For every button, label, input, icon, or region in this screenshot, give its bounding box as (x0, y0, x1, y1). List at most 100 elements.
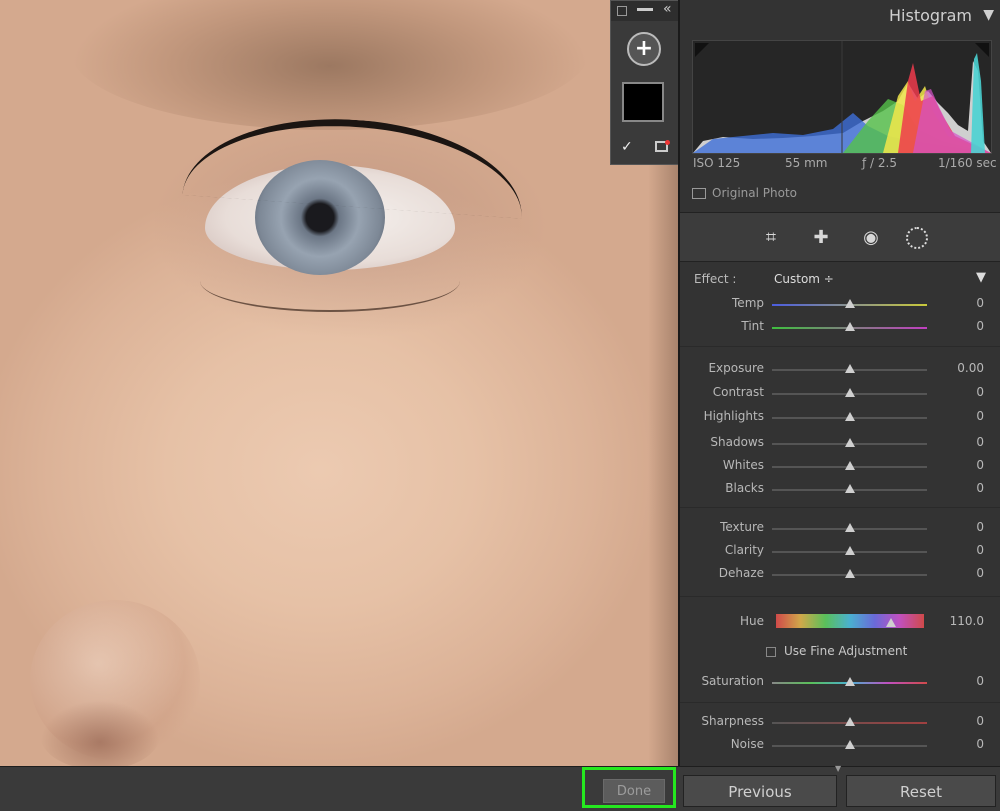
previous-button[interactable]: Previous (683, 775, 837, 807)
slider-thumb[interactable] (845, 322, 855, 331)
slider-label: Noise (730, 737, 764, 751)
hue-slider[interactable]: Hue 110.0 (680, 614, 1000, 632)
histogram-title: Histogram (889, 6, 972, 25)
noise-slider[interactable]: Noise 0 (680, 737, 1000, 755)
minimize-icon[interactable] (637, 8, 653, 11)
divider (680, 507, 1000, 508)
highlights-slider[interactable]: Highlights 0 (680, 409, 1000, 427)
slider-thumb[interactable] (845, 461, 855, 470)
fine-adjustment-label[interactable]: Use Fine Adjustment (784, 644, 907, 658)
slider-label: Hue (739, 614, 764, 628)
slider-label: Tint (741, 319, 764, 333)
done-button[interactable]: Done (603, 779, 665, 803)
square-icon[interactable] (617, 6, 627, 16)
original-photo-checkbox[interactable] (692, 188, 706, 199)
slider-value[interactable]: 0 (976, 435, 984, 449)
aperture-readout: ƒ / 2.5 (862, 156, 897, 170)
slider-value[interactable]: 0 (976, 566, 984, 580)
divider (680, 346, 1000, 347)
saturation-slider[interactable]: Saturation 0 (680, 674, 1000, 692)
slider-label: Contrast (712, 385, 764, 399)
slider-value[interactable]: 0 (976, 714, 984, 728)
collapse-triangle-icon[interactable]: ▼ (983, 7, 994, 23)
tool-strip-header[interactable]: « (611, 1, 679, 21)
slider-label: Shadows (710, 435, 764, 449)
lower-lashes (200, 250, 460, 312)
mask-icon[interactable] (906, 227, 928, 249)
slider-label: Whites (722, 458, 764, 472)
exposure-slider[interactable]: Exposure 0.00 (680, 361, 1000, 379)
slider-value[interactable]: 0 (976, 409, 984, 423)
histogram-header[interactable]: Histogram ▼ (680, 0, 1000, 32)
slider-value[interactable]: 0 (976, 385, 984, 399)
shutter-readout: 1/160 sec (938, 156, 997, 170)
healing-icon[interactable]: ✚ (810, 227, 832, 249)
slider-thumb[interactable] (845, 677, 855, 686)
slider-label: Temp (732, 296, 764, 310)
effect-collapse-icon[interactable]: ▼ (976, 270, 986, 285)
slider-thumb[interactable] (845, 740, 855, 749)
slider-value[interactable]: 0 (976, 737, 984, 751)
divider (680, 596, 1000, 597)
iso-readout: ISO 125 (693, 156, 741, 170)
slider-thumb[interactable] (845, 546, 855, 555)
red-eye-icon[interactable]: ◉ (860, 227, 882, 249)
mask-thumbnail[interactable] (622, 82, 664, 122)
divider (680, 702, 1000, 703)
scroll-down-icon[interactable]: ▼ (835, 764, 841, 773)
slider-thumb[interactable] (845, 388, 855, 397)
tools-bar: ⌗ ✚ ◉ (680, 212, 1000, 262)
slider-label: Saturation (701, 674, 764, 688)
shadows-slider[interactable]: Shadows 0 (680, 435, 1000, 453)
slider-value[interactable]: 0 (976, 543, 984, 557)
photo-canvas[interactable] (0, 0, 678, 766)
sharpness-slider[interactable]: Sharpness 0 (680, 714, 1000, 732)
histogram-svg (693, 41, 991, 153)
show-overlay-checkbox[interactable]: ✓ (621, 139, 633, 155)
slider-thumb[interactable] (845, 569, 855, 578)
right-panel: Histogram ▼ ISO 125 55 mm ƒ / 2.5 1/160 … (678, 0, 1000, 766)
slider-thumb[interactable] (845, 412, 855, 421)
slider-value[interactable]: 0 (976, 319, 984, 333)
slider-value[interactable]: 0 (976, 481, 984, 495)
slider-value[interactable]: 0 (976, 296, 984, 310)
effect-dropdown[interactable]: Custom ÷ (774, 272, 834, 286)
crop-icon[interactable]: ⌗ (760, 227, 782, 249)
effect-label: Effect : (694, 272, 737, 286)
slider-label: Exposure (708, 361, 764, 375)
slider-label: Dehaze (718, 566, 764, 580)
mask-tool-strip: « + ✓ (610, 0, 680, 165)
texture-slider[interactable]: Texture 0 (680, 520, 1000, 538)
hue-track[interactable] (776, 614, 924, 628)
slider-value[interactable]: 0 (976, 458, 984, 472)
slider-thumb[interactable] (845, 484, 855, 493)
overlay-color-dot (665, 140, 670, 145)
original-photo-label[interactable]: Original Photo (712, 186, 797, 200)
blacks-slider[interactable]: Blacks 0 (680, 481, 1000, 499)
slider-thumb[interactable] (845, 299, 855, 308)
contrast-slider[interactable]: Contrast 0 (680, 385, 1000, 403)
tint-slider[interactable]: Tint 0 (680, 319, 1000, 337)
temp-slider[interactable]: Temp 0 (680, 296, 1000, 314)
slider-value[interactable]: 0.00 (957, 361, 984, 375)
fine-adjustment-checkbox[interactable] (766, 647, 776, 657)
collapse-icon[interactable]: « (663, 1, 672, 17)
slider-thumb[interactable] (845, 364, 855, 373)
histogram-graph[interactable] (692, 40, 992, 154)
slider-thumb[interactable] (845, 717, 855, 726)
reset-button[interactable]: Reset (846, 775, 996, 807)
slider-thumb[interactable] (886, 618, 896, 627)
add-mask-button[interactable]: + (627, 32, 661, 66)
slider-value[interactable]: 0 (976, 674, 984, 688)
dehaze-slider[interactable]: Dehaze 0 (680, 566, 1000, 584)
shadow-clip-triangle (695, 43, 709, 57)
slider-label: Blacks (725, 481, 764, 495)
slider-value[interactable]: 0 (976, 520, 984, 534)
whites-slider[interactable]: Whites 0 (680, 458, 1000, 476)
slider-value[interactable]: 110.0 (950, 614, 984, 628)
focal-length-readout: 55 mm (785, 156, 828, 170)
clarity-slider[interactable]: Clarity 0 (680, 543, 1000, 561)
slider-thumb[interactable] (845, 523, 855, 532)
slider-thumb[interactable] (845, 438, 855, 447)
slider-label: Highlights (703, 409, 764, 423)
